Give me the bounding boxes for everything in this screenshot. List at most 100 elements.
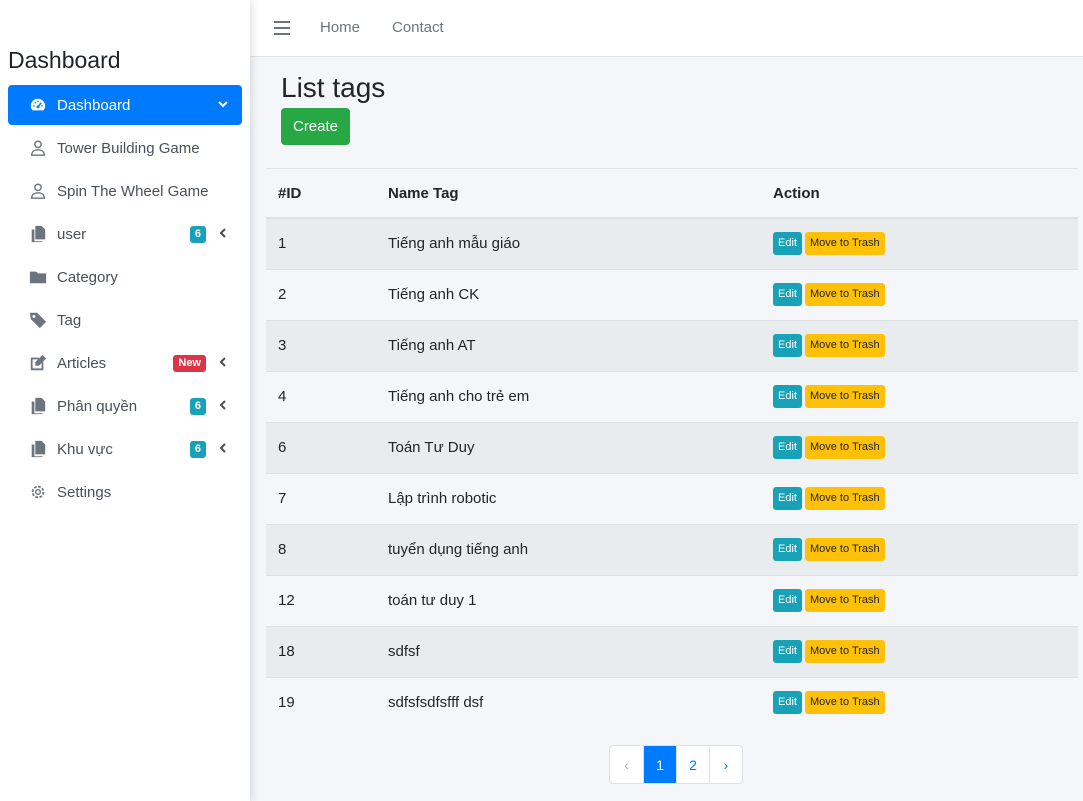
sidebar: Dashboard Dashboard Tower Building Game …: [0, 0, 250, 801]
edit-button[interactable]: Edit: [773, 589, 802, 612]
cell-actions: Edit Move to Trash: [761, 625, 1078, 677]
edit-button[interactable]: Edit: [773, 283, 802, 306]
edit-button[interactable]: Edit: [773, 334, 802, 357]
table-row: 12 toán tư duy 1 Edit Move to Trash: [266, 574, 1078, 626]
chevron-left-icon: [217, 226, 229, 240]
count-badge: 6: [189, 398, 206, 415]
move-to-trash-button[interactable]: Move to Trash: [804, 385, 885, 408]
cell-name: Lập trình robotic: [376, 472, 761, 524]
sidebar-item-label: Tag: [57, 311, 82, 329]
cell-id: 18: [266, 625, 376, 677]
sidebar-nav: Dashboard Tower Building Game Spin The W…: [8, 85, 242, 515]
pagination-page-1[interactable]: 1: [643, 746, 676, 783]
edit-button[interactable]: Edit: [773, 538, 802, 561]
cell-id: 7: [266, 472, 376, 524]
hamburger-menu-icon[interactable]: [274, 21, 290, 35]
edit-icon: [28, 353, 48, 373]
table-row: 2 Tiếng anh CK Edit Move to Trash: [266, 268, 1078, 320]
cell-name: toán tư duy 1: [376, 574, 761, 626]
sidebar-item-label: Khu vực: [57, 440, 113, 458]
sidebar-item-dashboard[interactable]: Dashboard: [8, 85, 242, 125]
pagination-next[interactable]: ›: [709, 746, 742, 783]
sidebar-item-settings[interactable]: Settings: [8, 472, 242, 512]
cell-id: 3: [266, 319, 376, 371]
cell-id: 1: [266, 217, 376, 269]
new-badge: New: [173, 355, 206, 372]
cell-actions: Edit Move to Trash: [761, 676, 1078, 728]
tag-icon: [28, 310, 48, 330]
sidebar-item-spin-the-wheel-game[interactable]: Spin The Wheel Game: [8, 171, 242, 211]
table-row: 8 tuyển dụng tiếng anh Edit Move to Trash: [266, 523, 1078, 575]
copy-icon: [28, 224, 48, 244]
cell-actions: Edit Move to Trash: [761, 421, 1078, 473]
cell-id: 19: [266, 676, 376, 728]
cell-id: 2: [266, 268, 376, 320]
sidebar-item-articles[interactable]: Articles New: [8, 343, 242, 383]
column-header-name: Name Tag: [376, 169, 761, 219]
sidebar-item-phan-quyen[interactable]: Phân quyền 6: [8, 386, 242, 426]
sidebar-item-category[interactable]: Category: [8, 257, 242, 297]
page-title: List tags: [281, 72, 386, 103]
move-to-trash-button[interactable]: Move to Trash: [804, 538, 885, 561]
copy-icon: [28, 439, 48, 459]
move-to-trash-button[interactable]: Move to Trash: [804, 589, 885, 612]
sidebar-item-label: Dashboard: [57, 96, 131, 114]
chevron-down-icon: [217, 97, 229, 111]
nav-link-contact[interactable]: Contact: [392, 19, 444, 36]
chevron-left-icon: [217, 441, 229, 455]
sidebar-item-label: Settings: [57, 483, 112, 501]
move-to-trash-button[interactable]: Move to Trash: [804, 640, 885, 663]
count-badge: 6: [189, 441, 206, 458]
count-badge: 6: [189, 226, 206, 243]
table-row: 18 sdfsf Edit Move to Trash: [266, 625, 1078, 677]
column-header-action: Action: [761, 169, 1078, 219]
move-to-trash-button[interactable]: Move to Trash: [804, 283, 885, 306]
top-navbar: Home Contact: [250, 0, 1083, 57]
sidebar-item-tower-building-game[interactable]: Tower Building Game: [8, 128, 242, 168]
brand-title[interactable]: Dashboard: [8, 47, 121, 74]
sidebar-item-khu-vuc[interactable]: Khu vực 6: [8, 429, 242, 469]
edit-button[interactable]: Edit: [773, 487, 802, 510]
cell-id: 12: [266, 574, 376, 626]
cell-name: Tiếng anh mẫu giáo: [376, 217, 761, 269]
edit-button[interactable]: Edit: [773, 232, 802, 256]
cell-actions: Edit Move to Trash: [761, 217, 1078, 269]
cell-id: 8: [266, 523, 376, 575]
create-button[interactable]: Create: [281, 108, 350, 145]
sidebar-item-tag[interactable]: Tag: [8, 300, 242, 340]
move-to-trash-button[interactable]: Move to Trash: [804, 334, 885, 357]
cell-name: sdfsf: [376, 625, 761, 677]
user-icon: [28, 181, 48, 201]
sidebar-item-label: Tower Building Game: [57, 139, 200, 157]
sidebar-item-label: user: [57, 225, 87, 243]
table-row: 7 Lập trình robotic Edit Move to Trash: [266, 472, 1078, 524]
cell-name: Toán Tư Duy: [376, 421, 761, 473]
nav-link-home[interactable]: Home: [320, 19, 360, 36]
table-row: 19 sdfsfsdfsfff dsf Edit Move to Trash: [266, 676, 1078, 728]
table-header-row: #ID Name Tag Action: [266, 169, 1078, 219]
gear-icon: [28, 482, 48, 502]
sidebar-item-label: Spin The Wheel Game: [57, 182, 209, 200]
pagination: ‹ 1 2 ›: [609, 745, 743, 784]
cell-name: sdfsfsdfsfff dsf: [376, 676, 761, 728]
move-to-trash-button[interactable]: Move to Trash: [804, 487, 885, 510]
cell-name: tuyển dụng tiếng anh: [376, 523, 761, 575]
cell-actions: Edit Move to Trash: [761, 472, 1078, 524]
move-to-trash-button[interactable]: Move to Trash: [804, 691, 885, 715]
edit-button[interactable]: Edit: [773, 436, 802, 459]
chevron-left-icon: [217, 355, 229, 369]
folder-icon: [28, 267, 48, 287]
move-to-trash-button[interactable]: Move to Trash: [804, 232, 885, 256]
sidebar-item-user[interactable]: user 6: [8, 214, 242, 254]
cell-actions: Edit Move to Trash: [761, 268, 1078, 320]
edit-button[interactable]: Edit: [773, 691, 802, 715]
cell-name: Tiếng anh AT: [376, 319, 761, 371]
table-row: 4 Tiếng anh cho trẻ em Edit Move to Trash: [266, 370, 1078, 422]
edit-button[interactable]: Edit: [773, 640, 802, 663]
pagination-prev[interactable]: ‹: [610, 746, 643, 783]
pagination-page-2[interactable]: 2: [676, 746, 709, 783]
edit-button[interactable]: Edit: [773, 385, 802, 408]
move-to-trash-button[interactable]: Move to Trash: [804, 436, 885, 459]
chevron-left-icon: [217, 398, 229, 412]
cell-actions: Edit Move to Trash: [761, 319, 1078, 371]
